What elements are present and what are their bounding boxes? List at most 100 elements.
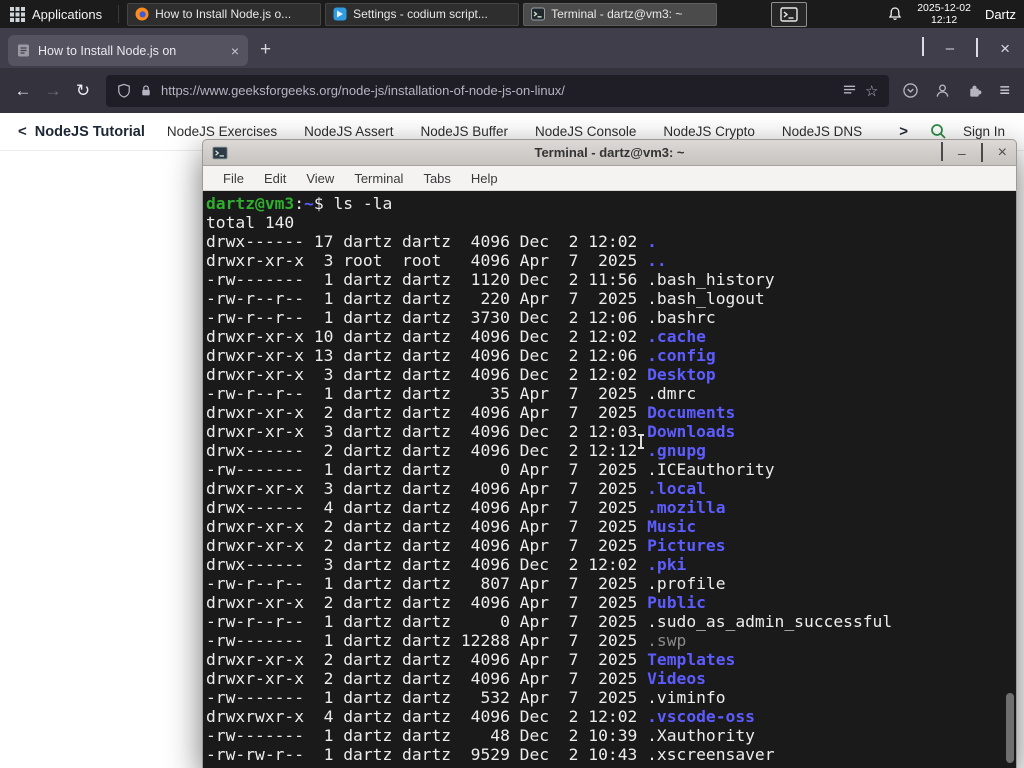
terminal-listing-line: drwxr-xr-x 3 root root 4096 Apr 7 2025 .… bbox=[206, 251, 667, 270]
taskbar-item-terminal[interactable]: Terminal - dartz@vm3: ~ bbox=[523, 2, 718, 26]
terminal-listing-line: -rw-rw-r-- 1 dartz dartz 9529 Dec 2 10:4… bbox=[206, 745, 775, 764]
terminal-listing-line: -rw------- 1 dartz dartz 1120 Dec 2 11:5… bbox=[206, 270, 775, 289]
terminal-listing-line: -rw-r--r-- 1 dartz dartz 220 Apr 7 2025 … bbox=[206, 289, 765, 308]
browser-tab-active[interactable]: How to Install Node.js on × bbox=[8, 35, 248, 66]
terminal-listing-line: drwxr-xr-x 3 dartz dartz 4096 Dec 2 12:0… bbox=[206, 365, 716, 384]
bookmark-star-icon[interactable]: ☆ bbox=[865, 82, 878, 100]
shield-icon[interactable] bbox=[117, 83, 131, 98]
tray-terminal-launcher[interactable] bbox=[771, 1, 808, 27]
browser-navbar: ← → ↻ https://www.geeksforgeeks.org/node… bbox=[0, 68, 1024, 113]
terminal-listing-line: drwxr-xr-x 10 dartz dartz 4096 Dec 2 12:… bbox=[206, 327, 706, 346]
pocket-icon[interactable] bbox=[903, 83, 919, 98]
terminal-minimize-button[interactable]: – bbox=[958, 146, 966, 160]
terminal-listing-line: drwxr-xr-x 3 dartz dartz 4096 Dec 2 12:0… bbox=[206, 422, 736, 441]
clock-date: 2025-12-02 bbox=[917, 2, 971, 14]
forward-button[interactable]: → bbox=[38, 81, 68, 101]
terminal-listing-line: drwxr-xr-x 13 dartz dartz 4096 Dec 2 12:… bbox=[206, 346, 716, 365]
account-icon[interactable] bbox=[935, 83, 950, 98]
terminal-listing-line: -rw-r--r-- 1 dartz dartz 3730 Dec 2 12:0… bbox=[206, 308, 716, 327]
hamburger-menu-icon[interactable]: ≡ bbox=[999, 80, 1010, 101]
codium-icon bbox=[333, 7, 347, 21]
terminal-prompt-line: dartz@vm3:~$ ls -la bbox=[206, 194, 393, 213]
terminal-listing-line: -rw-r--r-- 1 dartz dartz 0 Apr 7 2025 .s… bbox=[206, 612, 893, 631]
browser-maximize-button[interactable] bbox=[976, 38, 979, 57]
terminal-scrollbar-thumb[interactable] bbox=[1006, 693, 1014, 763]
site-link[interactable]: NodeJS DNS bbox=[782, 124, 862, 139]
reload-button[interactable]: ↻ bbox=[68, 81, 98, 101]
terminal-listing-line: drwxr-xr-x 2 dartz dartz 4096 Apr 7 2025… bbox=[206, 536, 726, 555]
terminal-listing-line: -rw------- 1 dartz dartz 12288 Apr 7 202… bbox=[206, 631, 687, 650]
browser-tab-bar: How to Install Node.js on × + – × bbox=[0, 28, 1024, 68]
terminal-listing-line: drwxr-xr-x 3 dartz dartz 4096 Apr 7 2025… bbox=[206, 479, 706, 498]
site-link[interactable]: NodeJS Exercises bbox=[167, 124, 277, 139]
text-cursor-pointer bbox=[636, 434, 646, 449]
taskbar-item-firefox[interactable]: How to Install Node.js o... bbox=[127, 2, 322, 26]
terminal-listing-line: drwxrwxr-x 4 dartz dartz 4096 Dec 2 12:0… bbox=[206, 707, 755, 726]
terminal-listing-line: drwxr-xr-x 2 dartz dartz 4096 Apr 7 2025… bbox=[206, 669, 706, 688]
site-link[interactable]: NodeJS Assert bbox=[304, 124, 393, 139]
extensions-puzzle-icon[interactable] bbox=[967, 83, 982, 98]
notification-bell-icon[interactable] bbox=[887, 6, 903, 22]
site-link[interactable]: NodeJS Console bbox=[535, 124, 636, 139]
clock-time: 12:12 bbox=[930, 14, 958, 26]
taskbar-item-label: Settings - codium script... bbox=[353, 7, 488, 21]
terminal-output[interactable]: dartz@vm3:~$ ls -la total 140 drwx------… bbox=[202, 191, 1017, 768]
menu-help[interactable]: Help bbox=[461, 171, 508, 186]
terminal-menubar: File Edit View Terminal Tabs Help bbox=[202, 166, 1017, 191]
terminal-total-line: total 140 bbox=[206, 213, 295, 232]
terminal-shade-button[interactable] bbox=[940, 141, 943, 162]
terminal-listing-line: drwx------ 2 dartz dartz 4096 Dec 2 12:1… bbox=[206, 441, 706, 460]
top-panel: Applications How to Install Node.js o...… bbox=[0, 0, 1024, 28]
applications-label: Applications bbox=[32, 6, 103, 22]
terminal-listing-line: drwxr-xr-x 2 dartz dartz 4096 Apr 7 2025… bbox=[206, 593, 706, 612]
tab-list-chevron-icon[interactable] bbox=[921, 37, 924, 57]
tab-favicon-icon bbox=[17, 44, 30, 57]
site-link[interactable]: NodeJS Buffer bbox=[420, 124, 508, 139]
terminal-window: Terminal - dartz@vm3: ~ – × File Edit Vi… bbox=[202, 139, 1017, 768]
terminal-scrollbar[interactable] bbox=[1004, 193, 1015, 766]
lock-icon[interactable] bbox=[140, 84, 152, 97]
taskbar-item-label: Terminal - dartz@vm3: ~ bbox=[551, 7, 683, 21]
terminal-listing-line: drwxr-xr-x 2 dartz dartz 4096 Apr 7 2025… bbox=[206, 650, 736, 669]
terminal-maximize-button[interactable] bbox=[980, 142, 983, 162]
firefox-icon bbox=[135, 7, 149, 21]
browser-close-button[interactable]: × bbox=[1000, 40, 1010, 57]
reader-mode-icon[interactable] bbox=[843, 84, 856, 97]
terminal-title: Terminal - dartz@vm3: ~ bbox=[534, 145, 685, 160]
tab-title: How to Install Node.js on bbox=[38, 43, 177, 58]
site-nav-prev-icon[interactable]: < bbox=[12, 123, 33, 140]
applications-grid-icon bbox=[10, 6, 25, 22]
site-link[interactable]: NodeJS Crypto bbox=[663, 124, 755, 139]
terminal-listing-line: -rw-r--r-- 1 dartz dartz 807 Apr 7 2025 … bbox=[206, 574, 726, 593]
menu-tabs[interactable]: Tabs bbox=[413, 171, 460, 186]
site-brand[interactable]: NodeJS Tutorial bbox=[35, 124, 145, 140]
menu-view[interactable]: View bbox=[296, 171, 344, 186]
terminal-listing-line: drwxr-xr-x 2 dartz dartz 4096 Apr 7 2025… bbox=[206, 517, 697, 536]
menu-edit[interactable]: Edit bbox=[254, 171, 296, 186]
menu-terminal[interactable]: Terminal bbox=[344, 171, 413, 186]
taskbar-item-codium[interactable]: Settings - codium script... bbox=[325, 2, 520, 26]
terminal-titlebar[interactable]: Terminal - dartz@vm3: ~ – × bbox=[202, 139, 1017, 166]
tab-close-icon[interactable]: × bbox=[231, 43, 239, 59]
site-search-icon[interactable] bbox=[930, 123, 947, 140]
terminal-listing-line: drwx------ 4 dartz dartz 4096 Apr 7 2025… bbox=[206, 498, 726, 517]
sign-in-button[interactable]: Sign In bbox=[963, 124, 1005, 139]
panel-separator bbox=[118, 5, 120, 23]
tray-terminal-icon bbox=[780, 6, 798, 22]
browser-window: How to Install Node.js on × + – × ← → ↻ … bbox=[0, 28, 1024, 151]
site-nav-next-icon[interactable]: > bbox=[893, 123, 914, 140]
new-tab-button[interactable]: + bbox=[248, 39, 283, 61]
terminal-close-button[interactable]: × bbox=[998, 144, 1007, 160]
terminal-listing-line: -rw-r--r-- 1 dartz dartz 35 Apr 7 2025 .… bbox=[206, 384, 697, 403]
username-label: Dartz bbox=[984, 6, 1016, 22]
applications-menu-button[interactable]: Applications bbox=[6, 0, 112, 28]
terminal-listing: drwx------ 17 dartz dartz 4096 Dec 2 12:… bbox=[206, 232, 1016, 764]
menu-file[interactable]: File bbox=[213, 171, 254, 186]
url-bar[interactable]: https://www.geeksforgeeks.org/node-js/in… bbox=[106, 74, 890, 107]
terminal-listing-line: drwx------ 17 dartz dartz 4096 Dec 2 12:… bbox=[206, 232, 657, 251]
back-button[interactable]: ← bbox=[8, 81, 38, 101]
url-text: https://www.geeksforgeeks.org/node-js/in… bbox=[161, 83, 565, 98]
terminal-command: ls -la bbox=[333, 194, 393, 213]
browser-minimize-button[interactable]: – bbox=[946, 41, 954, 56]
panel-clock[interactable]: 2025-12-02 12:12 bbox=[917, 2, 971, 26]
